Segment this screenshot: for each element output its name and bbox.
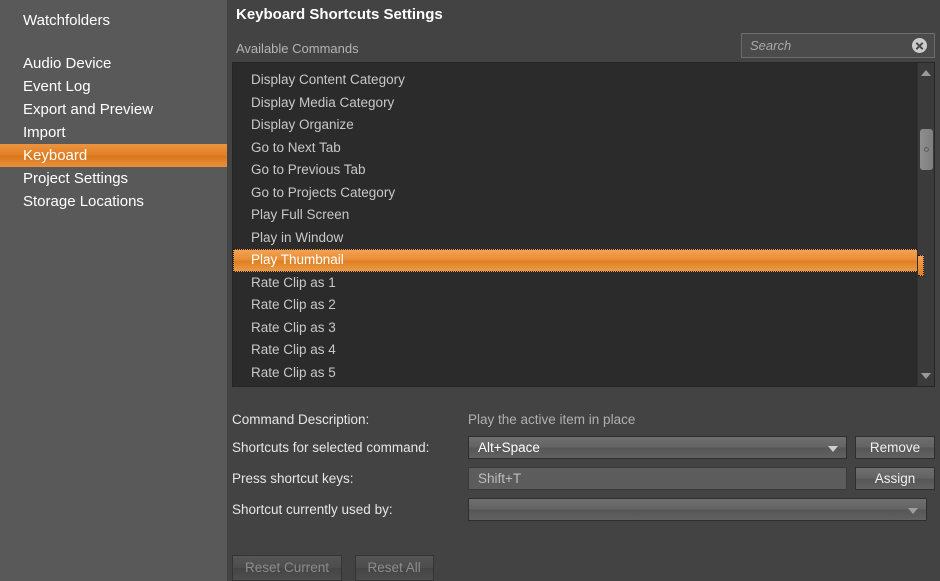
list-item[interactable]: Rate Clip as 2 — [233, 294, 917, 317]
keyboard-shortcuts-settings-window: Watchfolders Audio Device Event Log Expo… — [0, 0, 940, 581]
list-item[interactable]: Display Media Category — [233, 92, 917, 115]
sidebar-item-import[interactable]: Import — [0, 121, 227, 144]
sidebar-item-label: Event Log — [23, 78, 91, 95]
sidebar-item-event-log[interactable]: Event Log — [0, 75, 227, 98]
list-item[interactable]: Go to Next Tab — [233, 137, 917, 160]
list-item[interactable]: Play in Window — [233, 227, 917, 250]
command-label: Display Media Category — [251, 94, 395, 110]
list-item-selected[interactable]: Play Thumbnail — [233, 249, 931, 272]
assign-button[interactable]: Assign — [855, 466, 935, 490]
main-panel: Keyboard Shortcuts Settings Available Co… — [227, 0, 940, 581]
press-shortcut-keys-input[interactable] — [468, 466, 847, 490]
list-item[interactable]: Rate Clip as 5 — [233, 362, 917, 385]
scrollbar-thumb[interactable] — [920, 129, 933, 170]
available-commands-list[interactable]: Display Content Category Display Media C… — [232, 62, 935, 387]
sidebar-item-storage-locations[interactable]: Storage Locations — [0, 190, 227, 213]
command-list-scrollbar[interactable] — [917, 63, 934, 386]
sidebar-item-label: Watchfolders — [23, 12, 110, 29]
shortcuts-dropdown[interactable]: Alt+Space — [468, 435, 847, 459]
list-item[interactable]: Play Full Screen — [233, 204, 917, 227]
command-list-items: Display Content Category Display Media C… — [233, 63, 931, 386]
shortcut-used-by-row: Shortcut currently used by: — [232, 496, 927, 522]
list-item[interactable]: Display Organize — [233, 114, 917, 137]
list-item[interactable]: Rate Clip as 4 — [233, 339, 917, 362]
sidebar-item-label: Project Settings — [23, 170, 129, 187]
command-description-row: Command Description: Play the active ite… — [232, 406, 935, 432]
search-box[interactable] — [741, 33, 935, 58]
press-shortcut-keys-label: Press shortcut keys: — [232, 470, 354, 486]
sidebar-item-audio-device[interactable]: Audio Device — [0, 52, 227, 75]
command-label: Display Organize — [251, 117, 354, 132]
command-label: Play Thumbnail — [251, 252, 344, 267]
command-label: Display Content Category — [251, 72, 405, 87]
command-label: Go to Projects Category — [251, 184, 396, 200]
command-label: Play Full Screen — [251, 207, 350, 222]
sidebar-item-project-settings[interactable]: Project Settings — [0, 167, 227, 190]
shortcuts-value: Alt+Space — [478, 439, 540, 455]
list-item[interactable]: Display Content Category — [233, 69, 917, 92]
sidebar-item-label: Audio Device — [23, 55, 112, 72]
sidebar-item-export-and-preview[interactable]: Export and Preview — [0, 98, 227, 121]
page-title: Keyboard Shortcuts Settings — [236, 6, 443, 23]
chevron-down-icon — [828, 445, 838, 452]
command-label: Go to Previous Tab — [251, 162, 366, 177]
chevron-down-icon — [908, 507, 918, 514]
selected-row-indicator — [918, 255, 924, 276]
sidebar-item-watchfolders[interactable]: Watchfolders — [0, 8, 227, 34]
remove-button[interactable]: Remove — [855, 435, 935, 459]
sidebar-item-keyboard[interactable]: Keyboard — [0, 144, 227, 167]
sidebar-separator — [0, 34, 227, 52]
sidebar-item-label: Import — [23, 124, 66, 141]
search-input[interactable] — [750, 38, 912, 53]
command-label: Rate Clip as 2 — [251, 297, 336, 312]
shortcuts-label: Shortcuts for selected command: — [232, 439, 430, 455]
command-label: Go to Next Tab — [251, 139, 341, 155]
list-item[interactable]: Go to Previous Tab — [233, 159, 917, 182]
command-label: Rate Clip as 1 — [251, 274, 336, 290]
command-label: Rate Clip as 5 — [251, 364, 336, 380]
clear-search-icon[interactable] — [912, 38, 927, 53]
available-commands-label: Available Commands — [236, 41, 359, 56]
list-item[interactable]: Rate Clip as 3 — [233, 317, 917, 340]
list-item[interactable]: Go to Projects Category — [233, 182, 917, 205]
shortcut-used-by-label: Shortcut currently used by: — [232, 501, 393, 517]
shortcut-used-by-dropdown[interactable] — [468, 497, 927, 521]
sidebar-item-label: Storage Locations — [23, 193, 144, 210]
shortcuts-row: Shortcuts for selected command: Alt+Spac… — [232, 434, 935, 460]
settings-sidebar: Watchfolders Audio Device Event Log Expo… — [0, 0, 227, 581]
command-description-label: Command Description: — [232, 411, 370, 427]
reset-all-button[interactable]: Reset All — [354, 555, 434, 581]
sidebar-item-label: Export and Preview — [23, 101, 154, 118]
reset-buttons-row: Reset Current Reset All — [232, 555, 442, 581]
scroll-up-arrow-icon[interactable] — [918, 65, 934, 81]
scroll-down-arrow-icon[interactable] — [918, 368, 934, 384]
command-label: Rate Clip as 4 — [251, 342, 336, 357]
list-item[interactable]: Rate Clip as 1 — [233, 272, 917, 295]
press-shortcut-keys-row: Press shortcut keys: Assign — [232, 465, 935, 491]
sidebar-item-label: Keyboard — [23, 147, 88, 164]
shortcut-editor-form: Command Description: Play the active ite… — [227, 400, 940, 581]
command-label: Rate Clip as 3 — [251, 319, 336, 335]
command-description-value: Play the active item in place — [468, 411, 636, 427]
command-label: Play in Window — [251, 229, 344, 245]
reset-current-button[interactable]: Reset Current — [232, 555, 343, 581]
